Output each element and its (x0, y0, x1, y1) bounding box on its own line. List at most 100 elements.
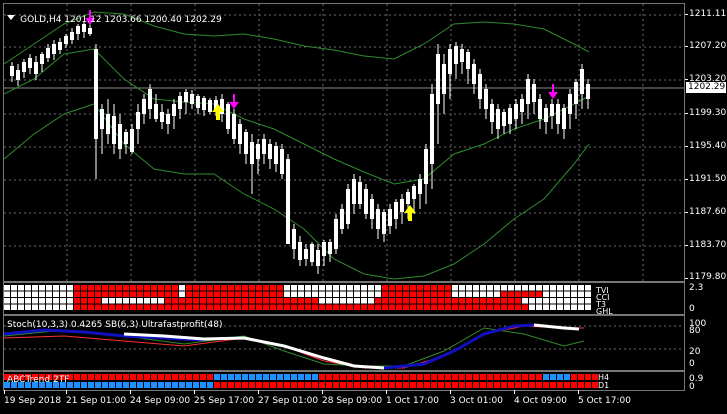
candle-body (34, 62, 38, 74)
abc-cell (291, 382, 297, 388)
abc-cell (361, 374, 367, 380)
trend-cell (186, 304, 192, 310)
trend-cell (193, 304, 199, 310)
candle-body (412, 186, 416, 199)
trend-cell (207, 304, 213, 310)
stoch-axis-label: 80 (689, 326, 701, 336)
trend-cell (25, 291, 31, 297)
candle-body (202, 98, 206, 110)
abc-cell (137, 382, 143, 388)
trend-cell (284, 298, 290, 304)
candle-body (406, 192, 410, 204)
abc-cell (424, 382, 430, 388)
abc-cell (312, 382, 318, 388)
trend-cell (116, 304, 122, 310)
main-chart-pane[interactable]: GOLD,H4 1201.12 1203.66 1200.40 1202.29 (3, 3, 685, 282)
trend-dashboard-pane[interactable] (3, 282, 685, 315)
trend-cell (550, 291, 556, 297)
triangle-down-icon[interactable] (7, 15, 15, 20)
stochastic-pane[interactable]: Stoch(10,3,3) 0.4265 SB(6,3) Ultrafastpr… (3, 315, 685, 371)
abc-cell (501, 374, 507, 380)
trend-cell (123, 304, 129, 310)
trend-cell (277, 291, 283, 297)
candle-body (196, 96, 200, 108)
trend-cell (130, 285, 136, 291)
candle-body (28, 58, 32, 68)
candle-body (418, 179, 422, 194)
candle-body (322, 242, 326, 256)
trend-cell (186, 298, 192, 304)
abc-cell (305, 374, 311, 380)
abc-cell (298, 374, 304, 380)
abc-cell (130, 374, 136, 380)
window-header: GOLD,H4 1201.12 1203.66 1200.40 1202.29 (7, 7, 222, 26)
abc-cell (424, 374, 430, 380)
abc-cell (515, 374, 521, 380)
abc-cell (291, 374, 297, 380)
price-axis: 1211.11 1207.20 1203.20 1199.30 1195.40 … (685, 0, 727, 282)
trend-cell (522, 291, 528, 297)
candle-body (316, 250, 320, 266)
trend-cell (578, 285, 584, 291)
abc-cell (403, 382, 409, 388)
trend-cell (158, 291, 164, 297)
trend-cell (396, 285, 402, 291)
abc-cell (109, 374, 115, 380)
trend-cell (179, 304, 185, 310)
candle-body (166, 114, 170, 124)
trend-cell (284, 291, 290, 297)
abc-cell (144, 382, 150, 388)
trend-cell (235, 298, 241, 304)
candle-body (70, 32, 74, 40)
abc-cell (382, 374, 388, 380)
trend-axis: 2.3 0 (685, 282, 727, 315)
abc-cell (473, 382, 479, 388)
trend-cell (95, 291, 101, 297)
trend-cell (158, 298, 164, 304)
candle-body (148, 89, 152, 109)
abc-cell (536, 374, 542, 380)
trend-cell (4, 291, 10, 297)
trend-cell (270, 304, 276, 310)
abctrend-pane[interactable]: ABCTrend 2TF (3, 371, 685, 391)
trend-cell (67, 298, 73, 304)
trend-cell (347, 285, 353, 291)
trend-cell (200, 304, 206, 310)
candle-body (280, 149, 284, 174)
trend-cell (284, 304, 290, 310)
trend-cell (81, 298, 87, 304)
trend-cell (424, 285, 430, 291)
trend-cell (11, 285, 17, 291)
trend-cell (67, 304, 73, 310)
trend-cell (466, 304, 472, 310)
abc-cell (578, 374, 584, 380)
trend-cell (151, 304, 157, 310)
abc-cell (130, 382, 136, 388)
abc-cell (116, 374, 122, 380)
trend-cell (144, 285, 150, 291)
trend-cell (403, 298, 409, 304)
abc-cell (564, 382, 570, 388)
abc-cell (417, 374, 423, 380)
candle-body (370, 199, 374, 219)
abc-cell (193, 382, 199, 388)
candle-body (334, 219, 338, 249)
abc-cell (452, 374, 458, 380)
trend-cell (550, 304, 556, 310)
price-chart-canvas[interactable] (4, 4, 684, 281)
candle-body (208, 100, 212, 112)
candle-body (508, 108, 512, 124)
trend-cell (585, 291, 591, 297)
trend-cell (333, 285, 339, 291)
trend-cell (137, 285, 143, 291)
trend-cell (39, 291, 45, 297)
candle-body (502, 112, 506, 126)
trend-cell (508, 304, 514, 310)
abc-row-label: D1 (598, 381, 610, 390)
trend-cell (326, 304, 332, 310)
trend-cell (522, 285, 528, 291)
abc-cell (452, 382, 458, 388)
trend-cell (277, 298, 283, 304)
trend-cell (480, 291, 486, 297)
trend-cell (473, 298, 479, 304)
